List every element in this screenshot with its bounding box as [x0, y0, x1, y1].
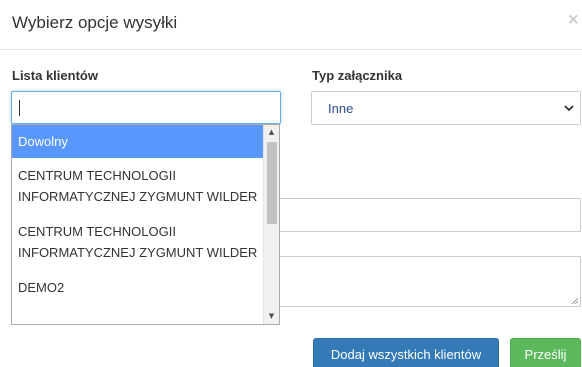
send-button[interactable]: Prześlij — [510, 338, 581, 367]
attachment-type-select[interactable]: Inne — [311, 91, 581, 125]
modal-header: Wybierz opcje wysyłki × — [0, 0, 582, 50]
clients-dropdown[interactable]: Dowolny CENTRUM TECHNOLOGII INFORMATYCZN… — [11, 124, 280, 325]
clients-label: Lista klientów — [12, 68, 98, 83]
text-caret — [19, 100, 20, 116]
add-all-clients-button[interactable]: Dodaj wszystkich klientów — [313, 338, 499, 367]
attachment-type-value: Inne — [328, 101, 354, 116]
clients-search-input[interactable] — [11, 91, 281, 124]
text-input[interactable] — [262, 198, 581, 232]
clients-option[interactable]: DEMO2 — [12, 270, 264, 305]
clients-option[interactable]: CENTRUM TECHNOLOGII INFORMATYCZNEJ ZYGMU… — [12, 214, 264, 270]
clients-options-list: Dowolny CENTRUM TECHNOLOGII INFORMATYCZN… — [12, 125, 264, 305]
clients-option[interactable]: CENTRUM TECHNOLOGII INFORMATYCZNEJ ZYGMU… — [12, 158, 264, 214]
clients-option[interactable]: Dowolny — [12, 125, 264, 158]
scroll-thumb[interactable] — [267, 142, 277, 224]
close-icon[interactable]: × — [567, 10, 580, 28]
textarea[interactable] — [262, 256, 581, 307]
modal-title: Wybierz opcje wysyłki — [12, 13, 178, 32]
scroll-down-arrow-icon[interactable]: ▼ — [264, 309, 279, 324]
attachment-type-label: Typ załącznika — [312, 68, 403, 83]
resize-grip-icon[interactable] — [571, 297, 578, 304]
chevron-down-icon — [564, 105, 574, 112]
scroll-up-arrow-icon[interactable]: ▲ — [264, 125, 279, 140]
dropdown-scrollbar[interactable]: ▲ ▼ — [263, 125, 279, 324]
